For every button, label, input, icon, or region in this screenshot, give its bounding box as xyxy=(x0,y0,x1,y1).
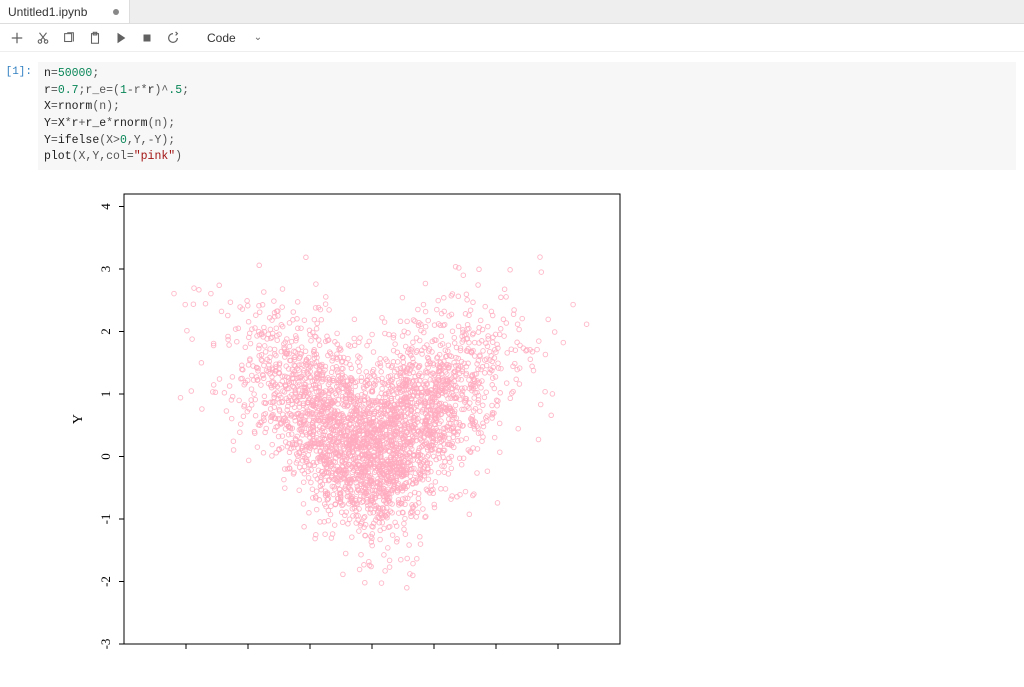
cell-type-label: Code xyxy=(207,31,236,45)
code-editor[interactable]: n=50000; r=0.7;r_e=(1-r*r)^.5; X=rnorm(n… xyxy=(38,62,1016,170)
scatter-plot: -3 -2 -1 0 1 2 3 4 Y xyxy=(64,184,634,667)
notebook-tab[interactable]: Untitled1.ipynb xyxy=(0,0,130,23)
svg-text:-3: -3 xyxy=(98,639,113,650)
cell-type-select[interactable]: Code ⌄ xyxy=(200,28,269,48)
svg-text:-1: -1 xyxy=(98,514,113,525)
cell-output: -3 -2 -1 0 1 2 3 4 Y xyxy=(4,184,1016,667)
copy-button[interactable] xyxy=(58,27,80,49)
tab-bar: Untitled1.ipynb xyxy=(0,0,1024,24)
unsaved-indicator-icon xyxy=(113,9,119,15)
svg-text:Y: Y xyxy=(71,414,86,424)
svg-text:0: 0 xyxy=(98,453,113,460)
cut-button[interactable] xyxy=(32,27,54,49)
paste-button[interactable] xyxy=(84,27,106,49)
restart-button[interactable] xyxy=(162,27,184,49)
insert-cell-button[interactable] xyxy=(6,27,28,49)
run-button[interactable] xyxy=(110,27,132,49)
svg-text:3: 3 xyxy=(98,266,113,273)
chevron-down-icon: ⌄ xyxy=(254,32,262,43)
tab-title: Untitled1.ipynb xyxy=(8,5,87,19)
svg-text:1: 1 xyxy=(98,391,113,398)
notebook-toolbar: Code ⌄ xyxy=(0,24,1024,52)
svg-text:2: 2 xyxy=(98,328,113,335)
svg-text:4: 4 xyxy=(98,203,113,210)
cell-prompt: [1]: xyxy=(4,62,38,170)
notebook-body: [1]: n=50000; r=0.7;r_e=(1-r*r)^.5; X=rn… xyxy=(0,52,1024,687)
code-cell[interactable]: [1]: n=50000; r=0.7;r_e=(1-r*r)^.5; X=rn… xyxy=(4,62,1016,170)
interrupt-button[interactable] xyxy=(136,27,158,49)
svg-text:-2: -2 xyxy=(98,576,113,587)
